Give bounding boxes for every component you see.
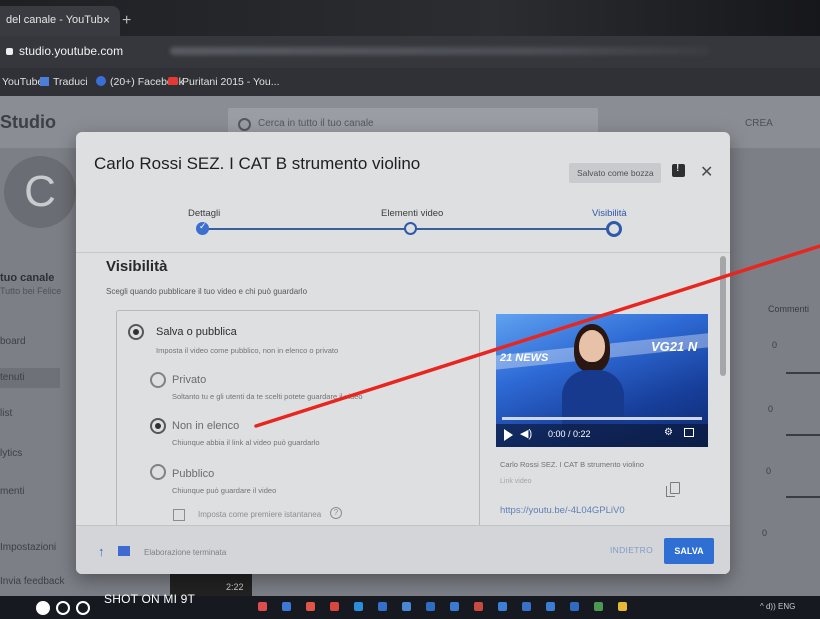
taskbar-app-icon[interactable]	[522, 602, 531, 611]
camera-dot	[56, 601, 70, 615]
taskbar-app-icon[interactable]	[618, 602, 627, 611]
taskbar-app-icon[interactable]	[378, 602, 387, 611]
red-annotation-line	[254, 244, 820, 428]
taskbar-app-icon[interactable]	[450, 602, 459, 611]
system-tray: ^ d)) ENG	[760, 602, 796, 611]
camera-watermark: SHOT ON MI 9T	[104, 592, 196, 606]
taskbar-app-icon[interactable]	[354, 602, 363, 611]
taskbar-app-icon[interactable]	[402, 602, 411, 611]
taskbar-app-icon[interactable]	[570, 602, 579, 611]
taskbar-app-icon[interactable]	[282, 602, 291, 611]
photo-frame: del canale - YouTub × + studio.youtube.c…	[0, 0, 820, 619]
taskbar-app-icon[interactable]	[474, 602, 483, 611]
taskbar-app-icon[interactable]	[330, 602, 339, 611]
taskbar-app-icon[interactable]	[258, 602, 267, 611]
camera-dot	[36, 601, 50, 615]
taskbar-app-icon[interactable]	[426, 602, 435, 611]
taskbar-app-icon[interactable]	[306, 602, 315, 611]
taskbar-app-icon[interactable]	[498, 602, 507, 611]
camera-dot	[76, 601, 90, 615]
taskbar: SHOT ON MI 9T ^ d)) ENG	[0, 592, 820, 619]
taskbar-app-icon[interactable]	[594, 602, 603, 611]
taskbar-app-icon[interactable]	[546, 602, 555, 611]
